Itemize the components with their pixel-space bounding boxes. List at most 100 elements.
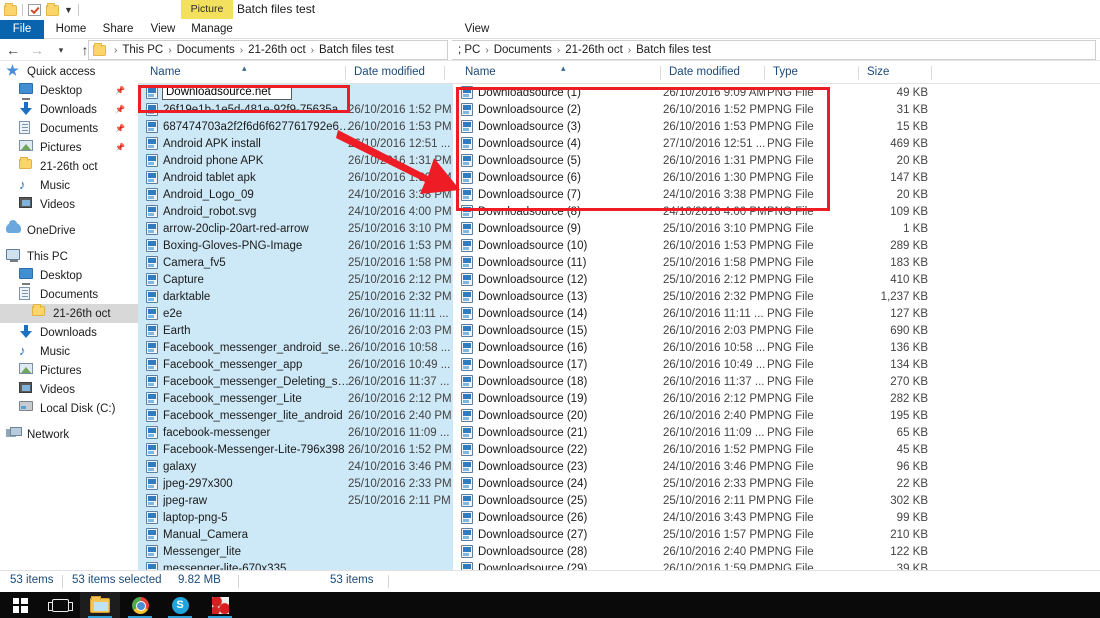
table-row[interactable]: Downloadsource (15) 26/10/2016 2:03 PM PNG… (453, 322, 1100, 339)
sidebar-item-music[interactable]: ♪ Music (0, 342, 138, 361)
chevron-down-icon[interactable]: ▾ (54, 41, 68, 59)
column-header-name[interactable]: Name (459, 62, 659, 83)
table-row[interactable]: Downloadsource (24) 25/10/2016 2:33 PM PNG… (453, 475, 1100, 492)
table-row[interactable]: Downloadsource (3) 26/10/2016 1:53 PM PNG … (453, 118, 1100, 135)
tab-share[interactable]: Share (96, 20, 140, 39)
breadcrumb-back-window[interactable]: › This PC › Documents › 21-26th oct › Ba… (88, 40, 448, 60)
pin-icon[interactable]: 📌 (115, 143, 125, 152)
table-row[interactable]: Earth 26/10/2016 2:03 PM (138, 322, 453, 339)
table-row[interactable]: Downloadsource (23) 24/10/2016 3:46 PM PNG… (453, 458, 1100, 475)
table-row[interactable]: galaxy 24/10/2016 3:46 PM (138, 458, 453, 475)
table-row[interactable]: Facebook_messenger_Lite 26/10/2016 2:12 P… (138, 390, 453, 407)
table-row[interactable]: Downloadsource (17) 26/10/2016 10:49 ... P… (453, 356, 1100, 373)
table-row[interactable]: messenger-lite-670x335 (138, 560, 453, 570)
column-divider[interactable] (345, 66, 346, 80)
table-row[interactable]: Facebook_messenger_android_secret 26/10/2… (138, 339, 453, 356)
table-row[interactable]: Downloadsource (27) 25/10/2016 1:57 PM PNG… (453, 526, 1100, 543)
sidebar-item-downloads[interactable]: Downloads 📌 (0, 100, 138, 119)
chrome-button[interactable] (120, 592, 160, 618)
table-row[interactable]: Downloadsource (11) 25/10/2016 1:58 PM PNG… (453, 254, 1100, 271)
table-row[interactable]: Downloadsource (29) 26/10/2016 1:59 PM PNG… (453, 560, 1100, 570)
table-row[interactable]: Downloadsource (21) 26/10/2016 11:09 ... P… (453, 424, 1100, 441)
quick-access-toolbar[interactable]: ▼ (4, 2, 79, 18)
sidebar-item-videos[interactable]: Videos (0, 380, 138, 399)
sidebar-item-21-26th-oct[interactable]: 21-26th oct (0, 157, 138, 176)
sidebar-item-documents[interactable]: Documents (0, 285, 138, 304)
sidebar-item-pictures[interactable]: Pictures (0, 361, 138, 380)
table-row[interactable]: Downloadsource (10) 26/10/2016 1:53 PM PNG… (453, 237, 1100, 254)
breadcrumb-item-this-pc[interactable]: This PC (122, 44, 163, 56)
table-row[interactable]: Facebook_messenger_Deleting_secret_m...2… (138, 373, 453, 390)
column-header-size[interactable]: Size (861, 62, 931, 83)
table-row[interactable]: Manual_Camera (138, 526, 453, 543)
table-row[interactable]: Downloadsource (4) 27/10/2016 12:51 ... PN… (453, 135, 1100, 152)
tab-file[interactable]: File (0, 20, 44, 39)
breadcrumb-item-batch-files-test[interactable]: Batch files test (636, 44, 711, 56)
sidebar-item-quick-access[interactable]: Quick access (0, 62, 138, 81)
navigation-pane[interactable]: Quick access Desktop 📌 Downloads 📌 Documents 📌… (0, 62, 138, 570)
sidebar-item-pictures[interactable]: Pictures 📌 (0, 138, 138, 157)
table-row[interactable]: Capture 25/10/2016 2:12 PM (138, 271, 453, 288)
table-row[interactable]: Downloadsource (2) 26/10/2016 1:52 PM PNG … (453, 101, 1100, 118)
pin-icon[interactable]: 📌 (115, 86, 125, 95)
table-row[interactable]: Downloadsource (28) 26/10/2016 2:40 PM PNG… (453, 543, 1100, 560)
start-button[interactable] (0, 592, 40, 618)
breadcrumb-front-window[interactable]: ; PC › Documents › 21-26th oct › Batch f… (452, 40, 1096, 60)
sidebar-item-21-26th-oct[interactable]: 21-26th oct (0, 304, 138, 323)
breadcrumb-item-21-26th-oct[interactable]: 21-26th oct (565, 44, 623, 56)
skype-button[interactable]: S (160, 592, 200, 618)
column-header-date-modified[interactable]: Date modified (348, 62, 443, 83)
task-view-button[interactable] (40, 592, 80, 618)
table-row[interactable]: Facebook-Messenger-Lite-796x398 26/10/201… (138, 441, 453, 458)
table-row[interactable]: Downloadsource (22) 26/10/2016 1:52 PM PNG… (453, 441, 1100, 458)
table-row[interactable]: Downloadsource (16) 26/10/2016 10:58 ... P… (453, 339, 1100, 356)
file-list-front[interactable]: Downloadsource (1) 26/10/2016 9:09 AM PNG … (453, 84, 1100, 570)
table-row[interactable]: Downloadsource (26) 24/10/2016 3:43 PM PNG… (453, 509, 1100, 526)
breadcrumb-item-documents[interactable]: Documents (177, 44, 235, 56)
table-row[interactable]: Messenger_lite (138, 543, 453, 560)
table-row[interactable]: jpeg-raw 25/10/2016 2:11 PM (138, 492, 453, 509)
red-app-button[interactable] (200, 592, 240, 618)
table-row[interactable]: Downloadsource (13) 25/10/2016 2:32 PM PNG… (453, 288, 1100, 305)
sidebar-item-this-pc[interactable]: This PC (0, 247, 138, 266)
table-row[interactable]: e2e 26/10/2016 11:11 ... (138, 305, 453, 322)
file-explorer-button[interactable] (80, 592, 120, 618)
table-row[interactable]: laptop-png-5 (138, 509, 453, 526)
sidebar-item-local-disk-c[interactable]: Local Disk (C:) (0, 399, 138, 418)
sidebar-item-onedrive[interactable]: OneDrive (0, 220, 138, 240)
sidebar-item-music[interactable]: ♪ Music (0, 176, 138, 195)
table-row[interactable]: darktable 25/10/2016 2:32 PM (138, 288, 453, 305)
tab-view-front-window[interactable]: View (455, 20, 499, 39)
back-arrow-icon[interactable]: ← (6, 41, 20, 59)
table-row[interactable]: Downloadsource (12) 25/10/2016 2:12 PM PNG… (453, 271, 1100, 288)
tab-home[interactable]: Home (48, 20, 94, 39)
breadcrumb-item-batch-files-test[interactable]: Batch files test (319, 44, 394, 56)
checkbox-icon[interactable] (28, 4, 41, 16)
table-row[interactable]: Downloadsource (20) 26/10/2016 2:40 PM PNG… (453, 407, 1100, 424)
table-row-renaming[interactable]: Downloadsource.net (138, 84, 453, 101)
table-row[interactable]: Downloadsource (5) 26/10/2016 1:31 PM PNG … (453, 152, 1100, 169)
table-row[interactable]: 26f19e1b-1e5d-481e-92f9-75635a9a81b726/1… (138, 101, 453, 118)
column-divider[interactable] (660, 66, 661, 80)
breadcrumb-item-this-pc[interactable]: ; PC (458, 44, 480, 56)
breadcrumb-item-21-26th-oct[interactable]: 21-26th oct (248, 44, 306, 56)
column-divider[interactable] (444, 66, 445, 80)
folder-icon[interactable] (46, 2, 59, 16)
table-row[interactable]: Camera_fv5 25/10/2016 1:58 PM (138, 254, 453, 271)
breadcrumb-item-documents[interactable]: Documents (494, 44, 552, 56)
table-row[interactable]: Downloadsource (9) 25/10/2016 3:10 PM PNG … (453, 220, 1100, 237)
column-divider[interactable] (858, 66, 859, 80)
table-row[interactable]: Downloadsource (25) 25/10/2016 2:11 PM PNG… (453, 492, 1100, 509)
sidebar-item-downloads[interactable]: Downloads (0, 323, 138, 342)
table-row[interactable]: Downloadsource (14) 26/10/2016 11:11 ... P… (453, 305, 1100, 322)
forward-arrow-icon[interactable]: → (30, 41, 44, 59)
column-header-type[interactable]: Type (767, 62, 857, 83)
pin-icon[interactable]: 📌 (115, 124, 125, 133)
table-row[interactable]: Downloadsource (1) 26/10/2016 9:09 AM PNG … (453, 84, 1100, 101)
table-row[interactable]: Downloadsource (7) 24/10/2016 3:38 PM PNG … (453, 186, 1100, 203)
table-row[interactable]: Facebook_messenger_app 26/10/2016 10:49 .… (138, 356, 453, 373)
table-row[interactable]: Downloadsource (8) 24/10/2016 4:00 PM PNG … (453, 203, 1100, 220)
sidebar-item-desktop[interactable]: Desktop 📌 (0, 81, 138, 100)
sidebar-item-documents[interactable]: Documents 📌 (0, 119, 138, 138)
pin-icon[interactable]: 📌 (115, 105, 125, 114)
